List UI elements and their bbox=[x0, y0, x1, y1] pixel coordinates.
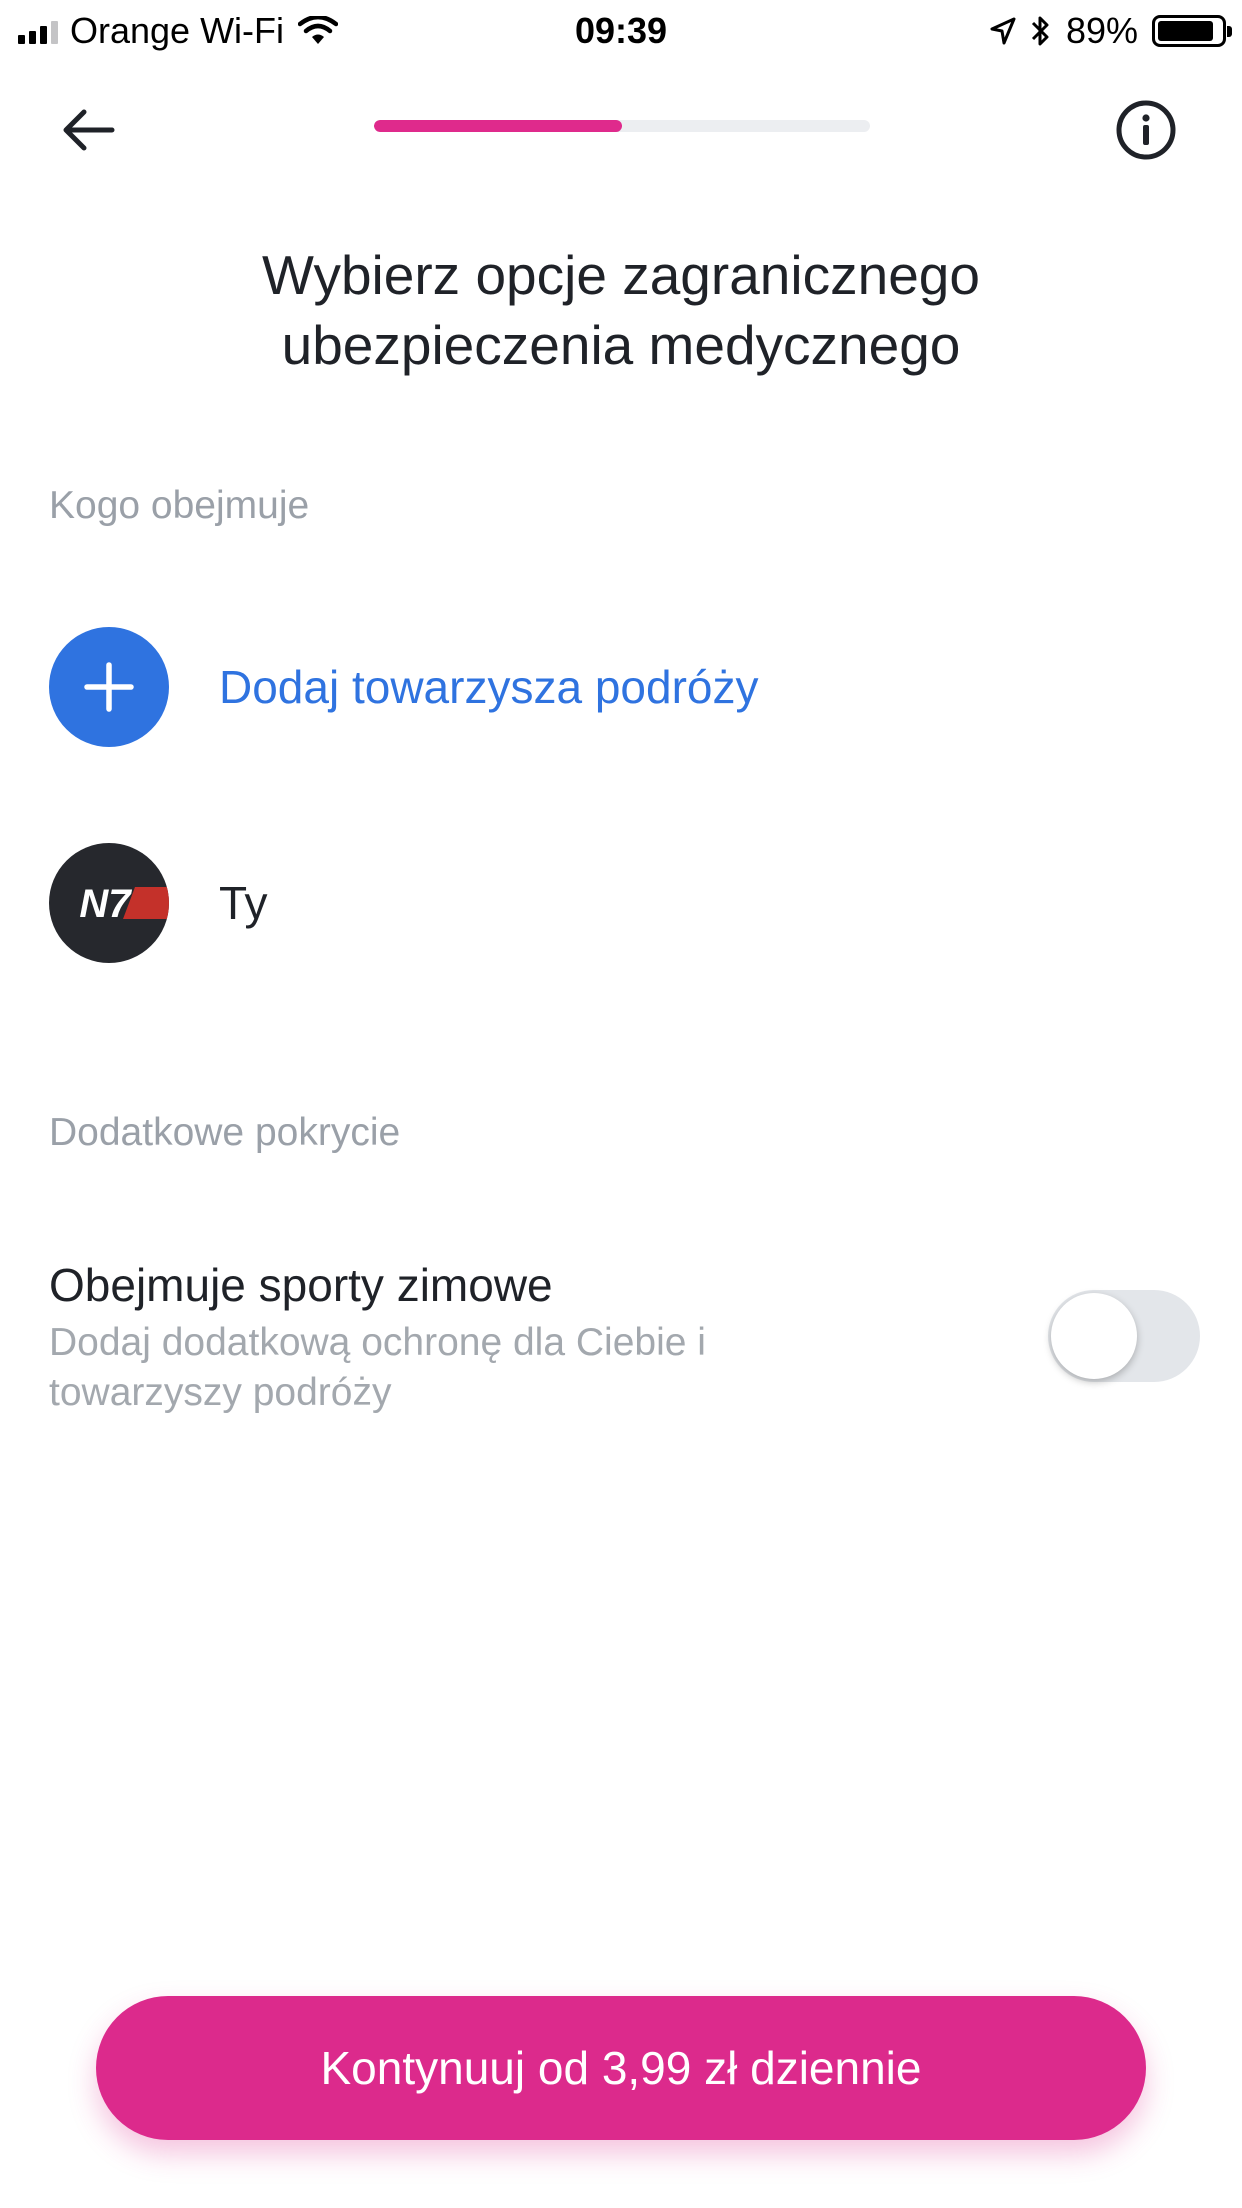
toggle-knob bbox=[1051, 1293, 1137, 1379]
screen: Orange Wi-Fi 09:39 89% Wybierz opcje zag… bbox=[0, 0, 1242, 2208]
traveler-item-you[interactable]: N7 Ty bbox=[49, 843, 268, 963]
progress-fill bbox=[374, 120, 622, 132]
location-arrow-icon bbox=[990, 17, 1016, 45]
traveler-label: Ty bbox=[219, 877, 268, 929]
bluetooth-icon bbox=[1031, 16, 1049, 46]
arrow-left-icon bbox=[63, 109, 115, 151]
section-label-extra: Dodatkowe pokrycie bbox=[49, 1111, 401, 1154]
section-label-covered: Kogo obejmuje bbox=[49, 484, 310, 527]
winter-sports-description-line-2: towarzyszy podróży bbox=[49, 1371, 392, 1414]
add-companion-button[interactable]: Dodaj towarzysza podróży bbox=[49, 627, 758, 747]
progress-bar bbox=[374, 120, 870, 132]
winter-sports-toggle[interactable] bbox=[1048, 1290, 1200, 1382]
back-button[interactable] bbox=[50, 92, 126, 168]
status-bar: Orange Wi-Fi 09:39 89% bbox=[0, 0, 1242, 62]
battery-icon bbox=[1152, 15, 1232, 47]
plus-icon bbox=[49, 627, 169, 747]
winter-sports-title: Obejmuje sporty zimowe bbox=[49, 1259, 553, 1311]
winter-sports-description: Dodaj dodatkową ochronę dla Ciebie i tow… bbox=[49, 1318, 849, 1418]
continue-button[interactable]: Kontynuuj od 3,99 zł dziennie bbox=[96, 1996, 1146, 2140]
battery-percent: 89% bbox=[1065, 10, 1138, 51]
page-title: Wybierz opcje zagranicznego ubezpieczeni… bbox=[100, 240, 1142, 380]
info-circle-icon bbox=[1116, 100, 1176, 160]
avatar: N7 bbox=[49, 843, 169, 963]
avatar-logo-text: N7 bbox=[79, 882, 132, 926]
info-button[interactable] bbox=[1108, 92, 1184, 168]
status-right: 89% bbox=[990, 10, 1232, 52]
page-title-line-2: ubezpieczenia medycznego bbox=[281, 314, 961, 376]
add-companion-label: Dodaj towarzysza podróży bbox=[219, 661, 759, 713]
page-title-line-1: Wybierz opcje zagranicznego bbox=[262, 244, 980, 306]
winter-sports-description-line-1: Dodaj dodatkową ochronę dla Ciebie i bbox=[49, 1321, 706, 1364]
